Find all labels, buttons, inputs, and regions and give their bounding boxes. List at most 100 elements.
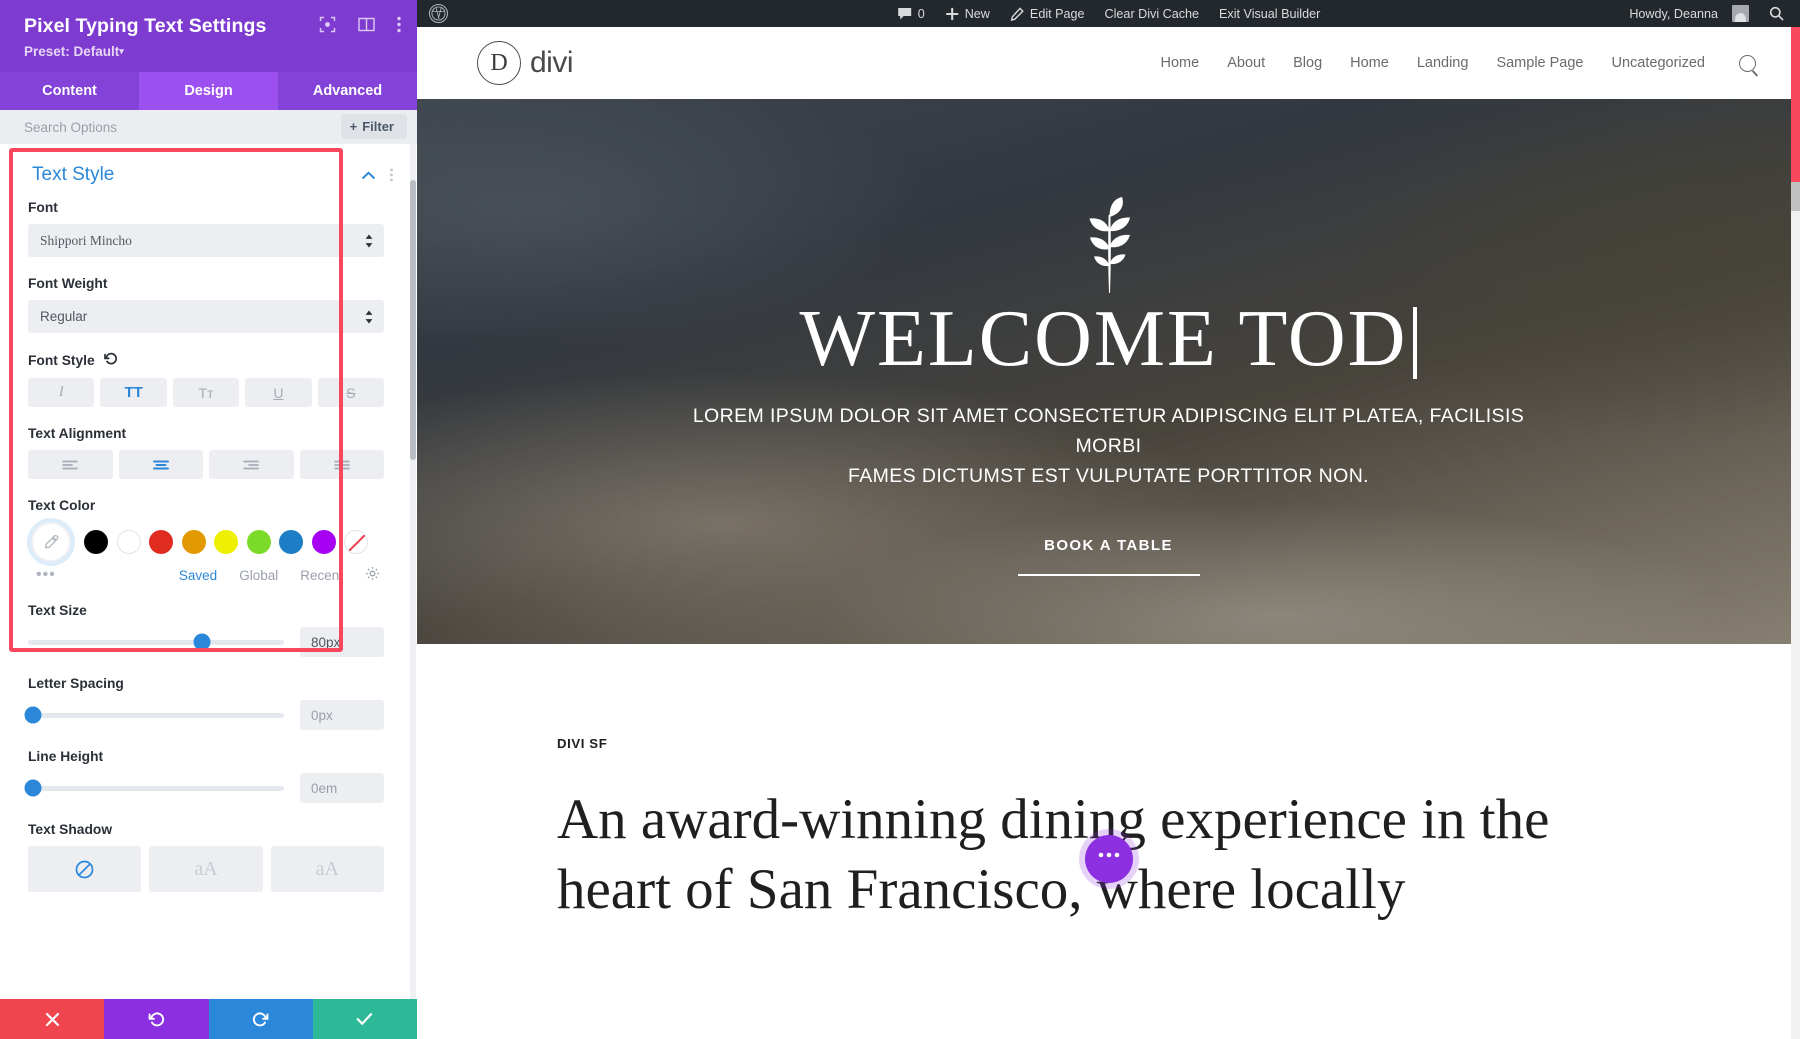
color-swatch-white[interactable] — [116, 530, 141, 554]
color-swatch-red[interactable] — [149, 530, 173, 554]
font-select[interactable]: Shippori Mincho — [28, 224, 384, 257]
section-eyebrow: DIVI SF — [557, 736, 608, 751]
font-style-uppercase-button[interactable]: TT — [100, 378, 167, 407]
line-height-input[interactable]: 0em — [300, 773, 384, 803]
focus-icon[interactable] — [319, 16, 336, 38]
slider-knob[interactable] — [193, 633, 211, 651]
more-colors-icon[interactable]: ••• — [36, 566, 56, 584]
font-style-smallcaps-button[interactable]: Tᴛ — [172, 378, 240, 407]
book-a-table-button[interactable]: BOOK A TABLE — [1044, 537, 1173, 554]
section-title: Text Style — [32, 164, 115, 185]
nav-item-home-2[interactable]: Home — [1350, 55, 1389, 71]
align-left-button[interactable] — [28, 450, 113, 479]
text-style-section-header[interactable]: Text Style — [0, 144, 417, 200]
font-style-italic-button[interactable]: I — [28, 378, 95, 407]
slider-knob[interactable] — [24, 706, 42, 724]
comments-link[interactable]: 0 — [887, 0, 935, 27]
color-palette-tabs: Saved Global Recent — [179, 566, 380, 584]
panel-scrollbar-thumb[interactable] — [410, 180, 416, 460]
panel-action-bar — [0, 999, 417, 1039]
font-style-underline-button[interactable]: U — [245, 378, 312, 407]
admin-bar-center: 0 New Edit Page Clear Divi Cache Exit Vi… — [887, 0, 1331, 27]
text-shadow-buttons: aA aA — [28, 846, 384, 892]
font-weight-label: Font Weight — [28, 276, 108, 291]
cancel-button[interactable] — [0, 999, 105, 1039]
color-swatch-purple[interactable] — [311, 530, 336, 554]
uppercase-icon: TT — [124, 384, 143, 401]
letter-spacing-slider[interactable] — [24, 706, 284, 724]
letter-spacing-label: Letter Spacing — [28, 676, 124, 691]
text-size-slider-row: 80px — [28, 627, 384, 657]
section-menu-icon[interactable] — [390, 168, 393, 182]
line-height-slider[interactable] — [24, 779, 284, 797]
save-button[interactable] — [312, 999, 417, 1039]
font-weight-select[interactable]: Regular — [28, 300, 384, 333]
wp-admin-bar: 0 New Edit Page Clear Divi Cache Exit Vi… — [417, 0, 1800, 27]
hero-subtitle-line-2: FAMES DICTUMST EST VULPUTATE PORTTITOR N… — [847, 465, 1369, 487]
tab-content[interactable]: Content — [0, 72, 139, 110]
exit-visual-builder-link[interactable]: Exit Visual Builder — [1209, 0, 1330, 27]
nav-item-landing[interactable]: Landing — [1417, 55, 1469, 71]
align-justify-button[interactable] — [299, 450, 384, 479]
small-caps-icon: Tᴛ — [198, 384, 214, 401]
layout-icon[interactable] — [358, 17, 375, 37]
howdy-user-menu[interactable]: Howdy, Deanna — [1619, 0, 1759, 27]
undo-button[interactable] — [104, 999, 209, 1039]
highlight-edge-annotation — [1791, 27, 1800, 182]
new-content-link[interactable]: New — [935, 0, 1000, 27]
font-style-buttons: I TT Tᴛ U S — [28, 378, 385, 407]
color-swatch-black[interactable] — [84, 530, 108, 554]
nav-item-blog[interactable]: Blog — [1293, 55, 1322, 71]
color-swatch-blue[interactable] — [279, 530, 303, 554]
letter-spacing-input[interactable]: 0px — [300, 700, 384, 730]
color-tab-global[interactable]: Global — [239, 568, 278, 583]
leaf-sprig-icon — [417, 197, 1800, 293]
text-size-input[interactable]: 80px — [300, 627, 384, 657]
clear-divi-cache-link[interactable]: Clear Divi Cache — [1095, 0, 1209, 27]
text-color-field: Text Color ••• Saved Global Recent — [0, 498, 417, 584]
more-options-icon[interactable] — [397, 16, 401, 38]
panel-preset-selector[interactable]: Preset: Default▾ — [24, 44, 397, 59]
panel-header: Pixel Typing Text Settings Preset: Defau… — [0, 0, 417, 72]
text-shadow-preset-2-button[interactable]: aA — [270, 846, 384, 892]
wordpress-logo-icon[interactable] — [429, 4, 448, 23]
color-tab-recent[interactable]: Recent — [300, 568, 343, 583]
nav-item-home[interactable]: Home — [1161, 55, 1200, 71]
color-swatch-transparent[interactable] — [344, 530, 368, 554]
edit-page-link[interactable]: Edit Page — [1000, 0, 1095, 27]
font-style-strikethrough-button[interactable]: S — [317, 378, 385, 407]
color-swatch-orange[interactable] — [181, 530, 206, 554]
redo-button[interactable] — [208, 999, 313, 1039]
gear-icon[interactable] — [365, 566, 380, 584]
font-style-label-text: Font Style — [28, 353, 95, 368]
color-links-row: ••• Saved Global Recent — [28, 566, 384, 584]
color-swatch-yellow[interactable] — [214, 530, 238, 554]
tab-design[interactable]: Design — [139, 72, 278, 110]
divi-builder-fab-button[interactable] — [1084, 835, 1133, 883]
slider-knob[interactable] — [24, 779, 42, 797]
site-navigation: Home About Blog Home Landing Sample Page… — [1161, 54, 1756, 72]
nav-item-uncategorized[interactable]: Uncategorized — [1612, 55, 1706, 71]
admin-search-icon[interactable] — [1759, 0, 1794, 27]
nav-item-sample-page[interactable]: Sample Page — [1496, 55, 1583, 71]
text-size-slider[interactable] — [28, 633, 284, 651]
search-icon[interactable] — [1739, 54, 1756, 72]
chevron-updown-icon — [365, 310, 373, 323]
align-center-button[interactable] — [118, 450, 203, 479]
filter-button[interactable]: + Filter — [340, 114, 407, 139]
chevron-up-icon[interactable] — [361, 167, 376, 183]
new-label: New — [964, 6, 990, 21]
edit-page-label: Edit Page — [1029, 6, 1085, 21]
text-shadow-preset-1-button[interactable]: aA — [149, 846, 263, 892]
eyedropper-icon[interactable] — [31, 522, 71, 562]
tab-advanced[interactable]: Advanced — [278, 72, 417, 110]
nav-item-about[interactable]: About — [1227, 55, 1265, 71]
search-input[interactable]: Search Options — [24, 120, 117, 135]
align-right-button[interactable] — [209, 450, 294, 479]
color-swatch-green[interactable] — [246, 530, 271, 554]
color-tab-saved[interactable]: Saved — [179, 568, 217, 583]
text-shadow-none-button[interactable] — [28, 846, 142, 892]
reset-icon[interactable] — [103, 352, 118, 369]
site-logo[interactable]: D divi — [477, 41, 574, 85]
hero-subtitle: LOREM IPSUM DOLOR SIT AMET CONSECTETUR A… — [679, 401, 1539, 491]
